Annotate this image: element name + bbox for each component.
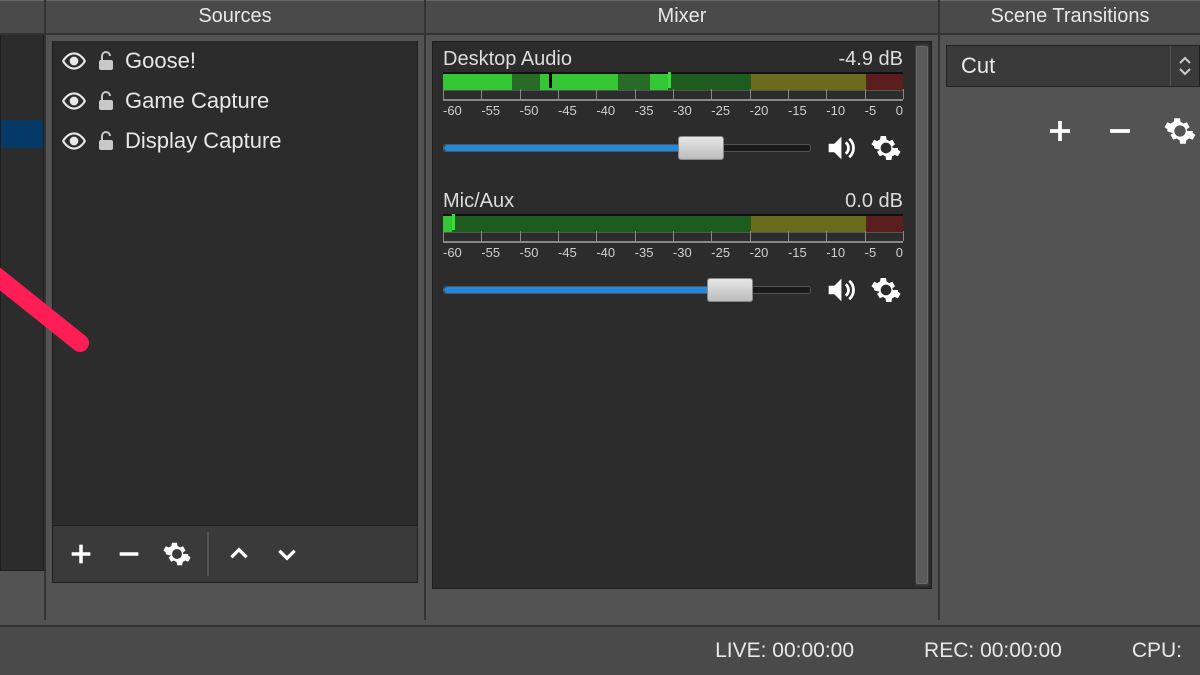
mixer-channel: Desktop Audio -4.9 dB — [433, 42, 913, 166]
speaker-icon[interactable] — [823, 131, 857, 165]
sources-toolbar — [52, 526, 418, 583]
add-source-button[interactable] — [59, 532, 103, 576]
channel-db: -4.9 dB — [839, 48, 903, 72]
mixer-body: Desktop Audio -4.9 dB — [432, 41, 932, 589]
lock-open-icon[interactable] — [93, 88, 119, 114]
mixer-panel: Mixer Desktop Audio -4.9 dB — [426, 0, 940, 620]
source-name: Display Capture — [125, 128, 282, 154]
mixer-channel: Mic/Aux 0.0 dB — [433, 184, 913, 308]
level-meter: -60-55-50-45-40-35-30-25-20-15-10-50 — [443, 214, 903, 260]
add-transition-button[interactable] — [1040, 111, 1080, 151]
channel-name: Mic/Aux — [443, 190, 514, 214]
eye-icon[interactable] — [61, 128, 87, 154]
move-source-up-button[interactable] — [217, 532, 261, 576]
transitions-toolbar — [946, 87, 1200, 151]
sources-header: Sources — [46, 0, 424, 35]
slider-thumb[interactable] — [707, 278, 753, 302]
channel-db: 0.0 dB — [845, 190, 903, 214]
scene-row-selected[interactable] — [1, 120, 43, 148]
slider-thumb[interactable] — [678, 136, 724, 160]
volume-slider[interactable] — [443, 144, 811, 152]
eye-icon[interactable] — [61, 88, 87, 114]
channel-name: Desktop Audio — [443, 48, 572, 72]
status-bar: LIVE: 00:00:00 REC: 00:00:00 CPU: — [0, 625, 1200, 675]
status-cpu: CPU: — [1132, 639, 1182, 663]
lock-open-icon[interactable] — [93, 128, 119, 154]
remove-source-button[interactable] — [107, 532, 151, 576]
mixer-header: Mixer — [426, 0, 938, 35]
scene-transitions-header: Scene Transitions — [940, 0, 1200, 35]
mixer-scrollthumb[interactable] — [916, 46, 928, 584]
lock-open-icon[interactable] — [93, 48, 119, 74]
transition-select[interactable]: Cut — [946, 45, 1200, 87]
source-row[interactable]: Display Capture — [53, 121, 417, 161]
scenes-panel-sliver — [0, 0, 46, 620]
scene-transitions-panel: Scene Transitions Cut — [940, 0, 1200, 620]
source-name: Game Capture — [125, 88, 269, 114]
separator — [207, 532, 209, 576]
volume-slider[interactable] — [443, 286, 811, 294]
eye-icon[interactable] — [61, 48, 87, 74]
transition-settings-button[interactable] — [1160, 111, 1200, 151]
status-rec: REC: 00:00:00 — [924, 639, 1062, 663]
channel-settings-button[interactable] — [869, 131, 903, 165]
level-meter: -60-55-50-45-40-35-30-25-20-15-10-50 — [443, 72, 903, 118]
source-name: Goose! — [125, 48, 196, 74]
mixer-scrollbar[interactable] — [915, 44, 929, 586]
move-source-down-button[interactable] — [265, 532, 309, 576]
source-settings-button[interactable] — [155, 532, 199, 576]
sources-list[interactable]: Goose! Game Capture — [52, 41, 418, 526]
meter-tick-labels: -60-55-50-45-40-35-30-25-20-15-10-50 — [443, 103, 903, 118]
sources-panel: Sources Goose! — [46, 0, 426, 620]
status-live: LIVE: 00:00:00 — [715, 639, 854, 663]
source-row[interactable]: Game Capture — [53, 81, 417, 121]
scenes-list[interactable] — [0, 35, 44, 571]
speaker-icon[interactable] — [823, 273, 857, 307]
channel-settings-button[interactable] — [869, 273, 903, 307]
transition-selected: Cut — [947, 53, 1170, 79]
scenes-header — [0, 0, 44, 35]
remove-transition-button[interactable] — [1100, 111, 1140, 151]
select-stepper-icon[interactable] — [1170, 46, 1199, 86]
meter-tick-labels: -60-55-50-45-40-35-30-25-20-15-10-50 — [443, 245, 903, 260]
source-row[interactable]: Goose! — [53, 41, 417, 81]
